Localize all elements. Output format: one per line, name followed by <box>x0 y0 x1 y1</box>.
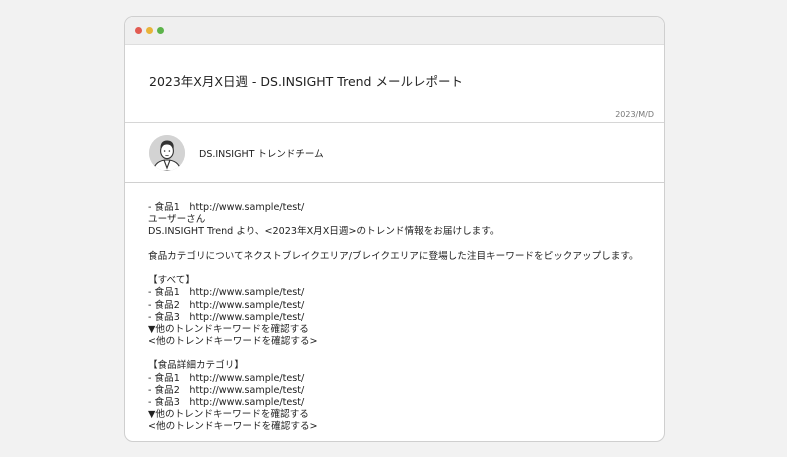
keyword-item[interactable]: - 食品2 http://www.sample/test/ <box>148 385 664 397</box>
mail-date: 2023/M/D <box>615 110 654 119</box>
keyword-item[interactable]: - 食品2 http://www.sample/test/ <box>148 300 664 312</box>
body-preline: - 食品1 http://www.sample/test/ <box>148 202 305 213</box>
keyword-item[interactable]: - 食品3 http://www.sample/test/ <box>148 312 664 324</box>
mail-window: 2023年X月X日週 - DS.INSIGHT Trend メールレポート 20… <box>124 16 665 442</box>
more-keywords-label: ▼他のトレンドキーワードを確認する <box>148 409 309 421</box>
body-category-note: 食品カテゴリについてネクストブレイクエリア/ブレイクエリアに登場した注目キーワー… <box>148 250 639 262</box>
section-heading: 【食品詳細カテゴリ】 <box>148 360 244 372</box>
keyword-item[interactable]: - 食品3 http://www.sample/test/ <box>148 397 664 409</box>
more-keywords-label: ▼他のトレンドキーワードを確認する <box>148 323 309 335</box>
keyword-item[interactable]: - 食品1 http://www.sample/test/ <box>148 373 664 385</box>
close-window-button[interactable] <box>135 27 142 34</box>
minimize-window-button[interactable] <box>146 27 153 34</box>
mail-subject: 2023年X月X日週 - DS.INSIGHT Trend メールレポート <box>149 74 463 89</box>
zoom-window-button[interactable] <box>157 27 164 34</box>
sender-avatar <box>149 134 185 171</box>
body-greeting: ユーザーさん <box>148 214 206 226</box>
window-titlebar <box>125 17 664 45</box>
more-keywords-link[interactable]: <他のトレンドキーワードを確認する> <box>148 421 664 433</box>
sender-name: DS.INSIGHT トレンドチーム <box>199 148 324 160</box>
person-avatar-icon <box>149 134 185 171</box>
mail-body: - 食品1 http://www.sample/test/ ユーザーさん DS.… <box>125 183 664 434</box>
more-keywords-link[interactable]: <他のトレンドキーワードを確認する> <box>148 336 664 348</box>
body-intro: DS.INSIGHT Trend より、<2023年X月X日週>のトレンド情報を… <box>148 226 500 238</box>
section-heading: 【すべて】 <box>148 275 195 287</box>
sender-row: DS.INSIGHT トレンドチーム <box>125 123 664 183</box>
mail-header: 2023年X月X日週 - DS.INSIGHT Trend メールレポート 20… <box>125 45 664 123</box>
keyword-item[interactable]: - 食品1 http://www.sample/test/ <box>148 287 664 299</box>
